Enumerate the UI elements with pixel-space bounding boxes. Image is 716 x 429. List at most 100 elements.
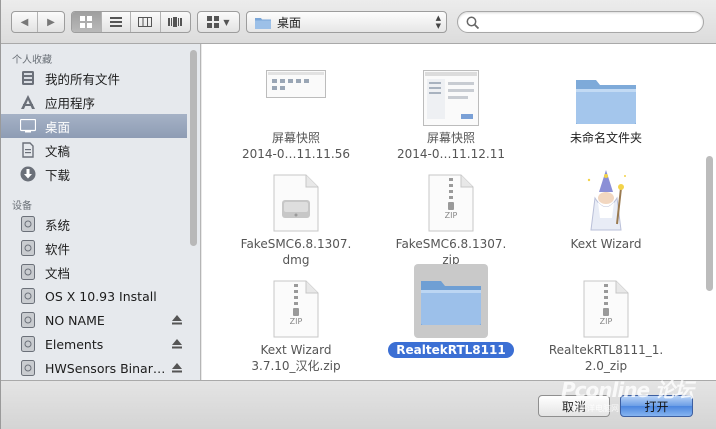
sidebar-item-elements[interactable]: Elements — [1, 332, 200, 356]
disk-icon — [19, 239, 37, 257]
coverflow-view-button[interactable] — [161, 12, 190, 32]
file-name: Kext Wizard — [260, 343, 332, 357]
pconline-watermark: Pconline 论坛 太平洋电脑网 — [561, 374, 694, 414]
popup-stepper-icon: ▲ ▼ — [435, 14, 441, 30]
eject-icon[interactable] — [172, 339, 182, 349]
documents-icon — [19, 141, 37, 159]
sidebar-item-all-files[interactable]: 我的所有文件 — [1, 66, 200, 90]
screenshot-thumbnail-icon — [221, 50, 371, 126]
icon-view-icon — [80, 16, 93, 28]
sidebar-item-label: 软件 — [45, 241, 71, 257]
disk-icon — [19, 215, 37, 233]
forward-arrow-icon: ▶ — [47, 16, 55, 28]
disk-icon — [19, 359, 37, 377]
back-button[interactable]: ◀ — [12, 12, 39, 32]
file-item-selected[interactable]: RealtekRTL8111 — [376, 262, 526, 358]
sidebar-item-label: 桌面 — [45, 119, 71, 135]
sidebar-item-label: 文稿 — [45, 143, 71, 159]
zip-file-icon: ZIP — [531, 262, 681, 338]
file-name: FakeSMC6.8.1307. — [240, 237, 352, 251]
zip-badge: ZIP — [599, 317, 613, 326]
forward-button[interactable]: ▶ — [38, 12, 64, 32]
sidebar-item-label: 下载 — [45, 167, 71, 183]
sidebar-item-documents[interactable]: 文稿 — [1, 138, 200, 162]
sidebar-item-system[interactable]: 系统 — [1, 212, 200, 236]
chevron-down-icon: ▼ — [223, 17, 230, 27]
file-name-line2: 2.0_zip — [584, 359, 628, 373]
sidebar-item-label: Elements — [45, 336, 104, 352]
search-input[interactable] — [483, 15, 683, 29]
sidebar-item-software[interactable]: 软件 — [1, 236, 200, 260]
sidebar-item-label: OS X 10.93 Install — [45, 288, 157, 304]
file-name: RealtekRTL8111 — [388, 342, 514, 358]
file-browser-scrollbar[interactable] — [706, 156, 713, 291]
sidebar: 个人收藏 我的所有文件 应用程序 桌面 文稿 下载 设备 系统 软件 文档 OS… — [1, 44, 201, 380]
file-item[interactable]: 屏幕快照 2014-0…11.12.11 — [376, 50, 526, 162]
path-popup[interactable]: 桌面 ▲ ▼ — [246, 11, 447, 33]
all-files-icon — [19, 69, 37, 87]
sidebar-item-label: HWSensors Binar… — [45, 360, 166, 376]
file-item[interactable]: Kext Wizard — [531, 156, 681, 252]
zip-badge: ZIP — [444, 211, 458, 220]
search-field[interactable] — [457, 11, 704, 33]
screenshot-thumbnail-icon — [376, 50, 526, 126]
list-view-icon — [109, 17, 122, 27]
file-name: 屏幕快照 — [271, 131, 320, 145]
file-item[interactable]: 屏幕快照 2014-0…11.11.56 — [221, 50, 371, 162]
disk-icon — [19, 335, 37, 353]
disk-icon — [19, 311, 37, 329]
disk-icon — [19, 287, 37, 305]
file-name: Kext Wizard — [570, 237, 642, 251]
arrange-menu-button[interactable]: ▼ — [197, 11, 240, 33]
folder-icon — [255, 17, 271, 29]
open-file-dialog: ◀ ▶ ▼ 桌面 ▲ ▼ 个人收藏 我的所有文件 应用程序 桌面 文稿 下载 设… — [0, 0, 716, 429]
sidebar-item-osx-install[interactable]: OS X 10.93 Install — [1, 284, 200, 308]
file-item[interactable]: ZIP FakeSMC6.8.1307. zip — [376, 156, 526, 268]
toolbar: ◀ ▶ ▼ 桌面 ▲ ▼ — [1, 0, 716, 44]
applications-icon — [19, 93, 37, 111]
watermark-sub: 太平洋电脑网 — [571, 404, 619, 413]
sidebar-item-desktop[interactable]: 桌面 — [1, 114, 187, 138]
sidebar-item-hwsensors[interactable]: HWSensors Binar… — [1, 356, 200, 380]
eject-icon[interactable] — [172, 363, 182, 373]
file-item[interactable]: 未命名文件夹 — [531, 50, 681, 146]
file-name: RealtekRTL8111_1. — [548, 343, 664, 357]
arrange-icon — [207, 16, 220, 28]
folder-icon — [531, 50, 681, 126]
dmg-file-icon — [221, 156, 371, 232]
sidebar-item-applications[interactable]: 应用程序 — [1, 90, 200, 114]
file-item[interactable]: FakeSMC6.8.1307. dmg — [221, 156, 371, 268]
selection-highlight — [376, 262, 526, 338]
folder-icon — [414, 264, 488, 338]
icon-view-button[interactable] — [72, 12, 102, 32]
file-name-line2: 3.7.10_汉化.zip — [251, 359, 341, 373]
zip-file-icon: ZIP — [376, 156, 526, 232]
view-mode-buttons — [71, 11, 191, 33]
eject-icon[interactable] — [172, 315, 182, 325]
list-view-button[interactable] — [102, 12, 131, 32]
column-view-icon — [138, 17, 153, 27]
sidebar-item-label: NO NAME — [45, 312, 105, 328]
back-arrow-icon: ◀ — [20, 16, 29, 28]
sidebar-item-label: 文档 — [45, 265, 71, 281]
search-icon — [466, 16, 479, 29]
file-name: 未命名文件夹 — [569, 131, 642, 145]
file-name: 屏幕快照 — [426, 131, 475, 145]
devices-header: 设备 — [12, 201, 32, 212]
file-item[interactable]: ZIP Kext Wizard 3.7.10_汉化.zip — [221, 262, 371, 374]
watermark-brand: Pconline 论坛 — [561, 378, 694, 402]
column-view-button[interactable] — [131, 12, 161, 32]
coverflow-view-icon — [168, 17, 183, 27]
sidebar-item-label: 我的所有文件 — [45, 71, 121, 87]
disk-icon — [19, 263, 37, 281]
wizard-app-icon — [531, 156, 681, 232]
path-label: 桌面 — [277, 15, 302, 30]
sidebar-item-downloads[interactable]: 下载 — [1, 162, 200, 186]
file-item[interactable]: ZIP RealtekRTL8111_1. 2.0_zip — [531, 262, 681, 374]
sidebar-item-no-name[interactable]: NO NAME — [1, 308, 200, 332]
sidebar-scrollbar[interactable] — [190, 50, 197, 246]
file-name: FakeSMC6.8.1307. — [395, 237, 507, 251]
desktop-icon — [19, 117, 37, 135]
downloads-icon — [19, 165, 37, 183]
sidebar-item-documents-disk[interactable]: 文档 — [1, 260, 200, 284]
